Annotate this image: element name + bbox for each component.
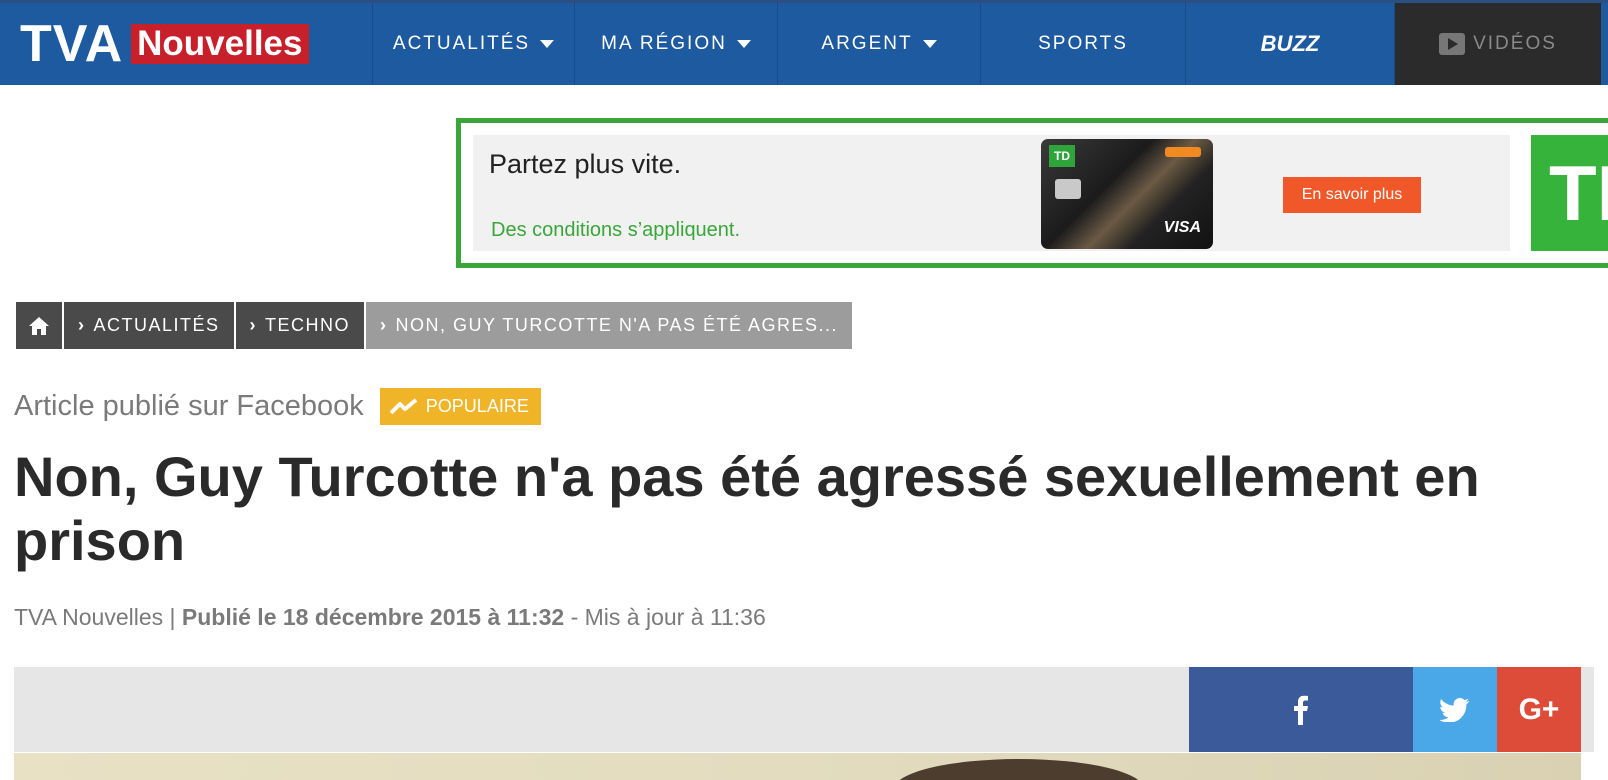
breadcrumb-label: TECHNO [265,315,351,335]
play-icon [1439,33,1466,55]
nav-label: MA RÉGION [601,33,727,54]
byline-published: Publié le 18 décembre 2015 à 11:32 [181,604,565,630]
ad-headline: Partez plus vite. [489,149,682,179]
trending-icon [389,397,418,414]
article-photo [14,753,1581,780]
logo-nouvelles-text: Nouvelles [131,24,309,64]
chevron-right-icon: › [380,315,388,335]
card-visa-logo: VISA [1163,219,1201,236]
chevron-right-icon: › [249,315,258,335]
article-source: Article publié sur Facebook [14,390,364,422]
card-td-logo: TD [1049,145,1075,167]
badge-label: POPULAIRE [425,396,529,416]
breadcrumb-label: ACTUALITÉS [93,315,220,335]
article-meta-row: Article publié sur Facebook POPULAIRE [14,388,541,425]
nav-label: SPORTS [1038,33,1128,54]
facebook-share-button[interactable] [1189,667,1413,752]
popular-badge: POPULAIRE [379,388,541,425]
learn-more-button[interactable]: En savoir plus [1283,177,1421,213]
advertisement-banner[interactable]: Partez plus vite. Des conditions s’appli… [456,118,1608,268]
byline-updated: - Mis à jour à 11:36 [570,604,766,630]
photo-subject [894,759,1144,780]
logo-tva-text: TVA [20,15,124,73]
nav-argent[interactable]: ARGENT [778,3,981,85]
card-chip-icon [1055,179,1081,199]
twitter-icon [1440,697,1470,722]
chevron-right-icon: › [78,315,86,335]
byline-author: TVA Nouvelles | [14,604,176,630]
td-logo: TD [1531,135,1608,251]
ad-content: Partez plus vite. Des conditions s’appli… [473,135,1510,251]
nav-label: VIDÉOS [1473,33,1557,54]
credit-card-image: TD VISA [1041,139,1213,249]
breadcrumb-label: NON, GUY TURCOTTE N'A PAS ÉTÉ AGRES... [395,315,839,335]
twitter-share-button[interactable] [1413,667,1497,752]
breadcrumb-home[interactable] [16,302,62,349]
breadcrumb-current: › NON, GUY TURCOTTE N'A PAS ÉTÉ AGRES... [366,302,853,349]
article-byline: TVA Nouvelles | Publié le 18 décembre 20… [14,604,766,631]
nav-label: ARGENT [821,33,913,54]
card-aeroplan-tag [1165,147,1201,157]
google-plus-icon: G+ [1518,692,1560,726]
caret-down-icon [922,40,937,48]
site-logo[interactable]: TVA Nouvelles [0,3,373,85]
ad-conditions-link[interactable]: Des conditions s’appliquent. [491,219,740,242]
caret-down-icon [736,40,751,48]
nav-label: ACTUALITÉS [392,33,531,54]
nav-ma-region[interactable]: MA RÉGION [575,3,778,85]
nav-videos[interactable]: VIDÉOS [1395,3,1601,85]
nav-buzz[interactable]: BUZZ [1186,3,1395,85]
nav-sports[interactable]: SPORTS [981,3,1186,85]
breadcrumb-techno[interactable]: › TECHNO [235,302,365,349]
top-navigation: TVA Nouvelles ACTUALITÉS MA RÉGION ARGEN… [0,0,1608,85]
home-icon [29,316,49,335]
nav-actualites[interactable]: ACTUALITÉS [373,3,575,85]
breadcrumb: › ACTUALITÉS › TECHNO › NON, GUY TURCOTT… [16,302,854,349]
article-headline: Non, Guy Turcotte n'a pas été agressé se… [14,445,1480,572]
caret-down-icon [540,40,555,48]
facebook-icon [1294,695,1308,725]
breadcrumb-actualites[interactable]: › ACTUALITÉS [64,302,234,349]
buzz-logo-text: BUZZ [1260,31,1320,56]
google-plus-share-button[interactable]: G+ [1497,667,1581,752]
